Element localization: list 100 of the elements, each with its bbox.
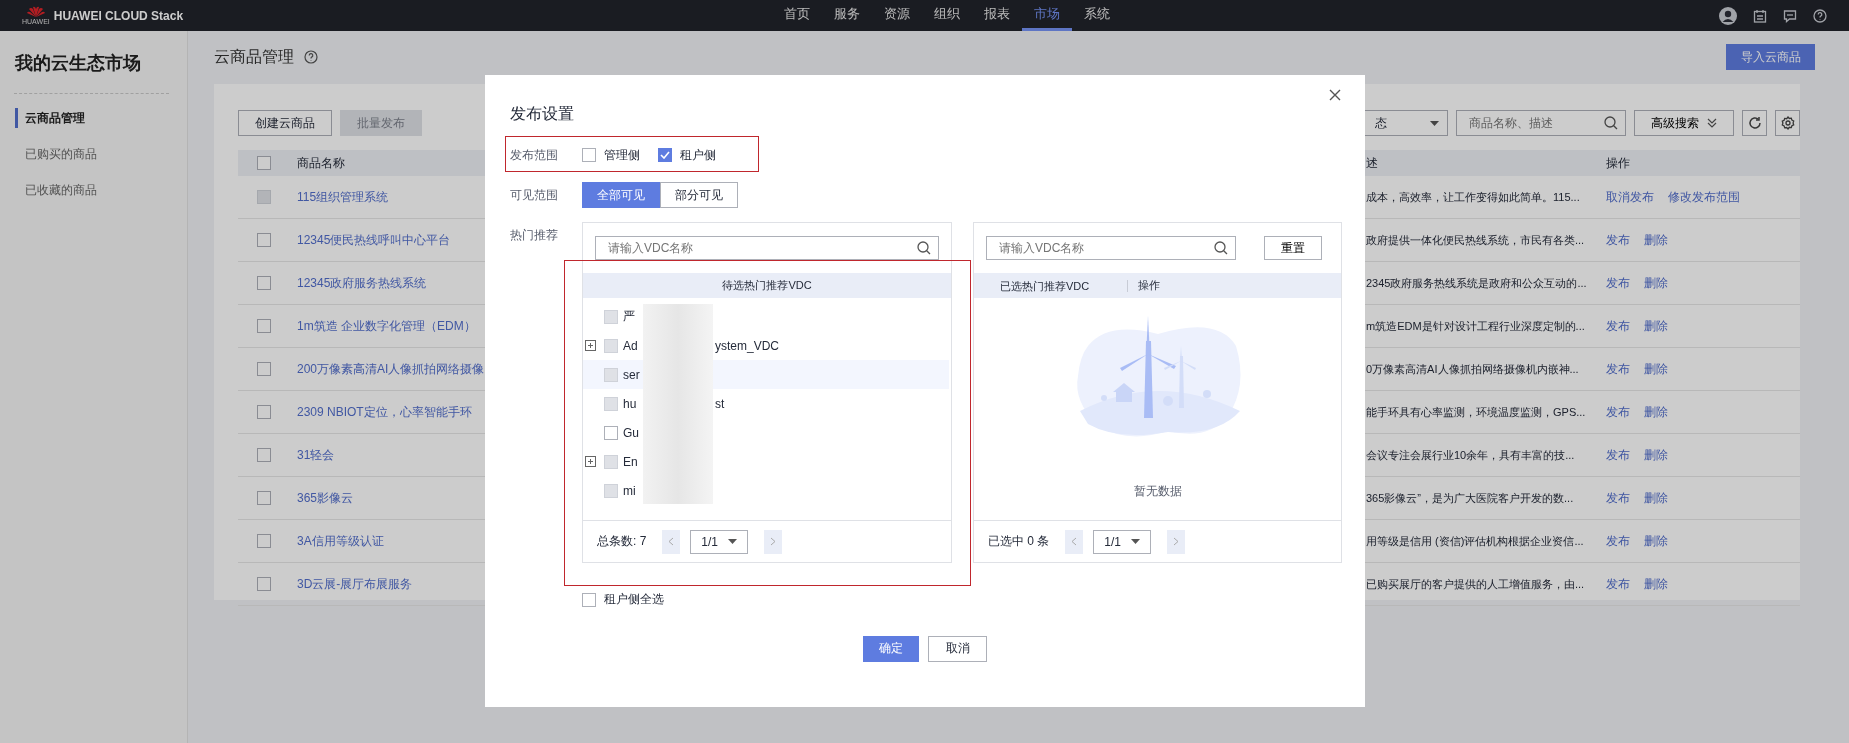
confirm-button[interactable]: 确定: [863, 635, 919, 662]
prev-page-button[interactable]: [1065, 529, 1084, 554]
vdc-name: mi: [623, 483, 637, 498]
product-name-link[interactable]: 3D云展-展厅布展服务: [297, 576, 413, 591]
column-header: 述: [1366, 155, 1378, 170]
column-header: 商品名称: [297, 155, 345, 170]
sidebar-item[interactable]: 已购买的商品: [15, 144, 187, 164]
nav-tab[interactable]: 首页: [772, 0, 822, 31]
chevron-left-icon: [1071, 537, 1078, 546]
search-icon: [1214, 241, 1228, 255]
prev-page-button[interactable]: [662, 529, 681, 554]
action-link[interactable]: 发布: [1606, 446, 1630, 464]
vdc-search-field[interactable]: 请输入VDC名称: [595, 236, 939, 260]
row-checkbox[interactable]: [257, 577, 271, 591]
action-link[interactable]: 删除: [1644, 403, 1668, 421]
product-name-link[interactable]: 200万像素高清AI人像抓拍网络摄像: [297, 361, 485, 376]
close-icon[interactable]: [1329, 89, 1341, 101]
sidebar-item[interactable]: 已收藏的商品: [15, 180, 187, 200]
action-link[interactable]: 发布: [1606, 532, 1630, 550]
action-link[interactable]: 发布: [1606, 274, 1630, 292]
action-link[interactable]: 删除: [1644, 489, 1668, 507]
scope-checkbox[interactable]: 管理侧: [582, 146, 640, 164]
cancel-button[interactable]: 取消: [928, 635, 987, 662]
visibility-toggle[interactable]: 全部可见: [582, 182, 660, 208]
calendar-icon[interactable]: [1753, 8, 1767, 23]
action-link[interactable]: 删除: [1644, 317, 1668, 335]
table-cell: 0万像素高清AI人像抓拍网络摄像机内嵌神...: [1366, 362, 1579, 375]
product-name-link[interactable]: 1m筑造 企业数字化管理（EDM）: [297, 318, 476, 333]
selected-count: 已选中 0 条: [988, 533, 1050, 550]
table-cell: 会议专注会展行业10余年，具有丰富的技...: [1366, 448, 1575, 461]
page-select[interactable]: 1/1: [690, 529, 749, 554]
product-name-link[interactable]: 365影像云: [297, 490, 354, 505]
total-count: 总条数: 7: [597, 533, 647, 550]
nav-tab[interactable]: 报表: [972, 0, 1022, 31]
vdc-name: hu: [623, 396, 638, 411]
product-name-link[interactable]: 2309 NBIOT定位，心率智能手环: [297, 404, 472, 419]
sidebar-item[interactable]: 云商品管理: [15, 108, 187, 128]
vdc-checkbox[interactable]: [604, 425, 618, 440]
row-checkbox[interactable]: [257, 319, 271, 333]
product-name-link[interactable]: 31轻会: [297, 447, 335, 462]
product-name-link[interactable]: 3A信用等级认证: [297, 533, 384, 548]
settings-icon: [1780, 116, 1795, 130]
row-checkbox[interactable]: [257, 491, 271, 505]
action-link[interactable]: 删除: [1644, 274, 1668, 292]
select-all-checkbox[interactable]: [257, 156, 271, 170]
action-link[interactable]: 删除: [1644, 446, 1668, 464]
row-checkbox[interactable]: [257, 448, 271, 462]
field-label: 发布范围: [510, 146, 559, 164]
row-checkbox[interactable]: [257, 405, 271, 419]
next-page-button[interactable]: [764, 529, 783, 554]
avatar-icon[interactable]: [1719, 6, 1737, 25]
table-cell: 用等级是信用 (资信)评估机构根据企业资信...: [1366, 534, 1584, 547]
row-checkbox[interactable]: [257, 534, 271, 548]
chevron-right-icon: [1173, 537, 1180, 546]
nav-tab[interactable]: 系统: [1072, 0, 1122, 31]
vdc-name: Ad: [623, 338, 639, 353]
nav-tab[interactable]: 资源: [872, 0, 922, 31]
scope-checkbox[interactable]: 租户侧: [658, 146, 716, 164]
create-button[interactable]: 创建云商品: [238, 110, 332, 136]
action-link[interactable]: 发布: [1606, 489, 1630, 507]
select-all-checkbox[interactable]: 租户侧全选: [582, 591, 664, 608]
advanced-search-button[interactable]: 高级搜索: [1634, 110, 1734, 136]
vdc-name: ystem_VDC: [715, 338, 779, 353]
refresh-button[interactable]: [1742, 110, 1767, 136]
caret-icon: [1430, 120, 1439, 126]
help-icon[interactable]: [304, 50, 318, 64]
reset-button[interactable]: 重置: [1264, 236, 1322, 260]
vdc-name: 严: [623, 308, 636, 325]
action-link[interactable]: 发布: [1606, 231, 1630, 249]
search-icon: [917, 241, 931, 255]
action-link[interactable]: 删除: [1644, 575, 1668, 593]
action-link[interactable]: 发布: [1606, 403, 1630, 421]
page-select[interactable]: 1/1: [1093, 529, 1152, 554]
product-name-link[interactable]: 12345便民热线呼叫中心平台: [297, 232, 451, 247]
product-name-link[interactable]: 12345政府服务热线系统: [297, 275, 427, 290]
search-field[interactable]: 商品名称、描述: [1456, 110, 1626, 136]
nav-tab[interactable]: 组织: [922, 0, 972, 31]
chevron-left-icon: [668, 537, 675, 546]
row-checkbox[interactable]: [257, 233, 271, 247]
nav-tab[interactable]: 服务: [822, 0, 872, 31]
action-link[interactable]: 发布: [1606, 575, 1630, 593]
page-title: 云商品管理: [214, 46, 294, 67]
row-checkbox[interactable]: [257, 276, 271, 290]
action-link[interactable]: 发布: [1606, 360, 1630, 378]
message-icon[interactable]: [1783, 8, 1797, 23]
table-cell: 365影像云”，是为广大医院客户开发的数...: [1366, 491, 1574, 504]
caret-icon: [728, 539, 738, 544]
vdc-search-field[interactable]: 请输入VDC名称: [986, 236, 1236, 260]
nav-tab[interactable]: 市场: [1022, 0, 1072, 31]
vdc-name: En: [623, 454, 639, 469]
column-header: 操作: [1606, 154, 1630, 172]
action-link[interactable]: 发布: [1606, 317, 1630, 335]
action-link[interactable]: 删除: [1644, 231, 1668, 249]
visibility-toggle[interactable]: 部分可见: [660, 182, 738, 208]
import-button[interactable]: 导入云商品: [1726, 44, 1815, 70]
settings-button[interactable]: [1775, 110, 1800, 136]
action-link[interactable]: 删除: [1644, 532, 1668, 550]
next-page-button[interactable]: [1167, 529, 1186, 554]
action-link[interactable]: 删除: [1644, 360, 1668, 378]
row-checkbox[interactable]: [257, 362, 271, 376]
